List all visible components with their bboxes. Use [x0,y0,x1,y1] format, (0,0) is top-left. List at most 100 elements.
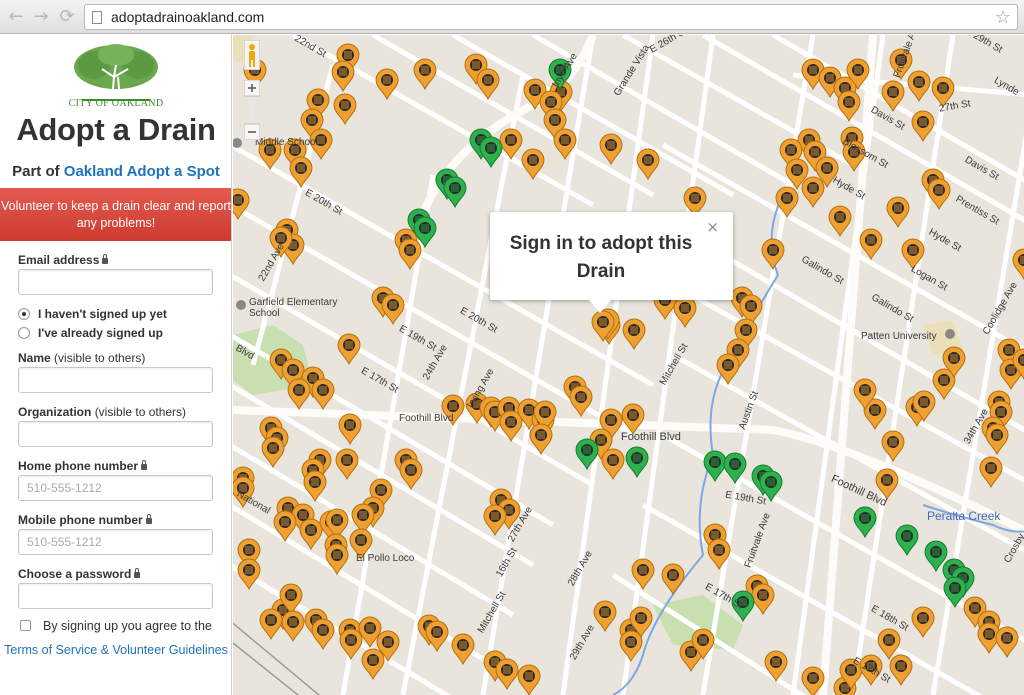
map-place-label: Garfield Elementary School [249,297,338,319]
drain-marker-orange[interactable] [661,563,685,596]
drain-marker-orange[interactable] [337,333,361,366]
lock-icon [102,254,109,264]
adopt-popup: Sign in to adopt this Drain × [490,212,733,300]
agree-checkbox[interactable] [20,620,31,631]
drain-marker-orange[interactable] [331,60,355,93]
drain-marker-orange[interactable] [333,93,357,126]
drain-marker-green[interactable] [895,524,919,557]
drain-marker-orange[interactable] [499,410,523,443]
drain-marker-orange[interactable] [911,110,935,143]
back-button[interactable]: ← [6,7,26,27]
drain-marker-orange[interactable] [325,543,349,576]
drain-marker-orange[interactable] [495,658,519,691]
close-icon[interactable]: × [706,218,719,236]
url-text[interactable]: adoptadrainoakland.com [111,9,264,25]
drain-marker-orange[interactable] [889,654,913,687]
drain-marker-green[interactable] [703,450,727,483]
drain-marker-orange[interactable] [886,196,910,229]
map-place-label: Patten University [861,331,937,342]
name-label: Name (visible to others) [18,351,146,365]
map-place-label: Middle School [255,137,318,148]
drain-marker-green[interactable] [625,446,649,479]
password-field[interactable] [18,583,213,609]
drain-marker-orange[interactable] [339,628,363,661]
drain-marker-orange[interactable] [881,430,905,463]
drain-marker-orange[interactable] [979,456,1003,489]
site-title: Adopt a Drain [16,112,216,147]
email-label: Email address [18,253,109,267]
volunteer-banner: Volunteer to keep a drain clear and repo… [0,188,231,241]
drain-marker-orange[interactable] [299,518,323,551]
drain-marker-orange[interactable] [413,58,437,91]
email-field[interactable] [18,269,213,295]
drain-marker-orange[interactable] [593,600,617,633]
site-subtitle: Part of Oakland Adopt a Spot [0,163,231,180]
lock-icon [141,460,148,470]
drain-marker-orange[interactable] [907,70,931,103]
drain-marker-orange[interactable] [859,228,883,261]
drain-marker-orange[interactable] [673,296,697,329]
map-street-label: Foothill Blvd [621,431,681,443]
address-bar[interactable]: adoptadrainoakland.com ☆ [84,4,1018,30]
terms-link[interactable]: Terms of Service & Volunteer Guidelines [0,642,231,658]
drain-marker-orange[interactable] [399,458,423,491]
drain-marker-orange[interactable] [1012,248,1024,281]
drain-marker-orange[interactable] [877,628,901,661]
drain-marker-orange[interactable] [517,664,541,695]
sidebar: CITY OF OAKLAND Adopt a Drain Part of Oa… [0,35,232,695]
drain-marker-orange[interactable] [801,176,825,209]
home-phone-label: Home phone number [18,459,148,473]
subtitle-prefix: Part of [12,163,60,180]
drain-marker-orange[interactable] [911,606,935,639]
drain-marker-orange[interactable] [828,205,852,238]
forward-button[interactable]: → [31,7,51,27]
drain-marker-orange[interactable] [303,470,327,503]
drain-marker-orange[interactable] [237,558,261,591]
drain-marker-green[interactable] [853,506,877,539]
map-canvas[interactable]: 22nd St E 26th St Inyo Ave Grande Vista … [233,35,1024,695]
zoom-control[interactable] [244,80,260,140]
drain-marker-orange[interactable] [927,178,951,211]
reload-button[interactable]: ⟳ [57,7,77,27]
browser-toolbar: ← → ⟳ adoptadrainoakland.com ☆ [0,0,1024,34]
drain-marker-orange[interactable] [631,558,655,591]
drain-marker-orange[interactable] [338,413,362,446]
drain-marker-orange[interactable] [751,583,775,616]
oakland-tree-logo [74,44,158,102]
drain-marker-orange[interactable] [995,626,1019,659]
drain-marker-green[interactable] [443,176,467,209]
mobile-phone-field[interactable]: 510-555-1212 [18,529,213,555]
drain-marker-orange[interactable] [601,448,625,481]
drain-marker-orange[interactable] [311,378,335,411]
lock-icon [145,514,152,524]
radio-button[interactable] [18,308,30,320]
organization-label: Organization (visible to others) [18,405,187,419]
drain-marker-orange[interactable] [259,608,283,641]
drain-marker-orange[interactable] [622,318,646,351]
adopt-a-spot-link[interactable]: Oakland Adopt a Spot [64,163,220,180]
drain-marker-orange[interactable] [261,436,285,469]
organization-field[interactable] [18,421,213,447]
drain-marker-orange[interactable] [599,133,623,166]
bookmark-star-icon[interactable]: ☆ [995,7,1011,28]
drain-marker-orange[interactable] [381,293,405,326]
drain-marker-orange[interactable] [287,378,311,411]
drain-marker-orange[interactable] [311,618,335,651]
drain-marker-orange[interactable] [335,448,359,481]
drain-marker-green[interactable] [479,136,503,169]
drain-marker-orange[interactable] [619,630,643,663]
radio-new-user[interactable]: I haven't signed up yet [18,307,167,321]
radio-button[interactable] [18,327,30,339]
drain-marker-orange[interactable] [761,238,785,271]
radio-existing-user[interactable]: I've already signed up [18,326,163,340]
drain-marker-orange[interactable] [451,633,475,666]
street-view-pegman-icon[interactable] [244,40,260,70]
drain-marker-orange[interactable] [483,504,507,537]
home-phone-field[interactable]: 510-555-1212 [18,475,213,501]
drain-marker-orange[interactable] [281,610,305,643]
name-field[interactable] [18,367,213,393]
drain-marker-orange[interactable] [636,148,660,181]
drain-marker-orange[interactable] [985,423,1009,456]
drain-marker-orange[interactable] [361,648,385,681]
drain-marker-orange[interactable] [425,620,449,653]
